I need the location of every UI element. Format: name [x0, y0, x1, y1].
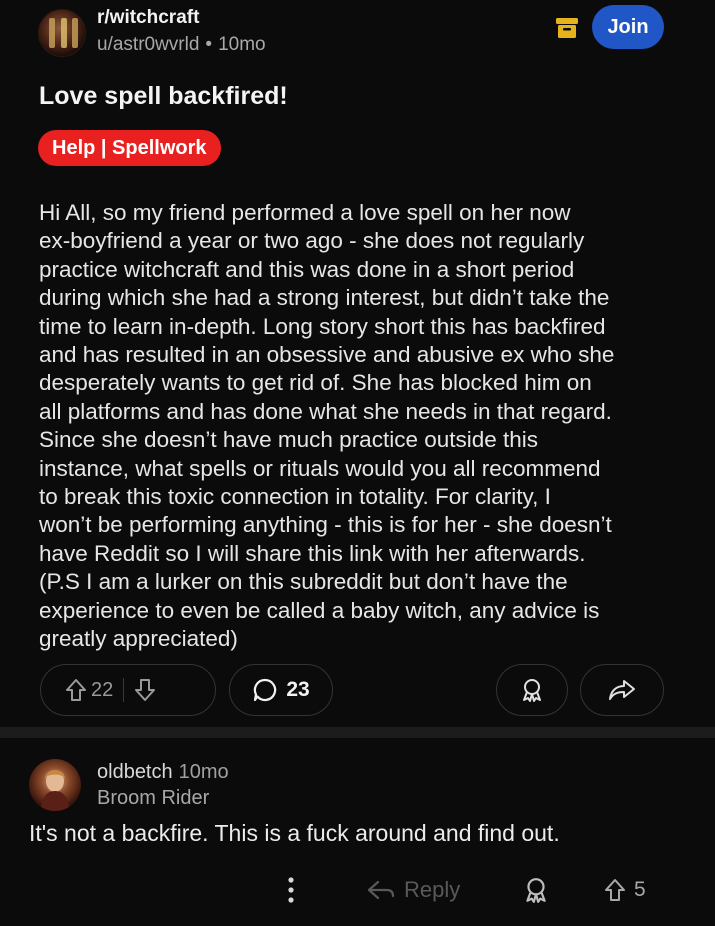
comments-button[interactable]: 23	[229, 664, 333, 716]
subreddit-avatar[interactable]	[38, 9, 86, 57]
more-icon[interactable]	[281, 870, 301, 910]
post-author[interactable]: u/astr0wvrld	[97, 34, 199, 55]
subreddit-name[interactable]: r/witchcraft	[97, 7, 199, 29]
comment-meta: oldbetch 10mo	[97, 761, 229, 784]
share-button[interactable]	[580, 664, 664, 716]
post-meta: u/astr0wvrld • 10mo	[97, 34, 266, 56]
share-icon	[608, 678, 636, 702]
post-vote-count: 22	[91, 678, 114, 701]
join-button[interactable]: Join	[592, 5, 664, 49]
reply-icon	[366, 878, 396, 902]
comment-vote-count: 5	[634, 878, 646, 901]
vote-separator	[123, 678, 125, 702]
reply-label: Reply	[404, 877, 461, 902]
reply-button[interactable]: Reply	[366, 870, 460, 910]
post-title: Love spell backfired!	[39, 82, 288, 110]
comment-icon	[252, 677, 278, 703]
comment-vote: 5	[604, 870, 646, 910]
post-flair[interactable]: Help | Spellwork	[38, 130, 221, 166]
upvote-icon[interactable]	[65, 678, 87, 702]
post-body: Hi All, so my friend performed a love sp…	[39, 200, 615, 652]
upvote-icon[interactable]	[604, 878, 626, 902]
comment-count: 23	[286, 678, 310, 701]
downvote-icon[interactable]	[134, 678, 156, 702]
comment-award-icon[interactable]	[523, 870, 549, 910]
meta-separator: •	[205, 34, 213, 55]
post-age: 10mo	[218, 34, 266, 55]
award-button[interactable]	[496, 664, 568, 716]
commenter-avatar[interactable]	[29, 759, 81, 811]
comment-age: 10mo	[178, 761, 229, 783]
archive-icon[interactable]	[555, 17, 579, 39]
comment-flair: Broom Rider	[97, 787, 210, 809]
section-divider	[0, 727, 715, 738]
award-icon	[520, 677, 544, 703]
vote-bar: 22	[40, 664, 216, 716]
comment-text: It's not a backfire. This is a fuck arou…	[29, 820, 560, 846]
comment-author[interactable]: oldbetch	[97, 761, 173, 783]
